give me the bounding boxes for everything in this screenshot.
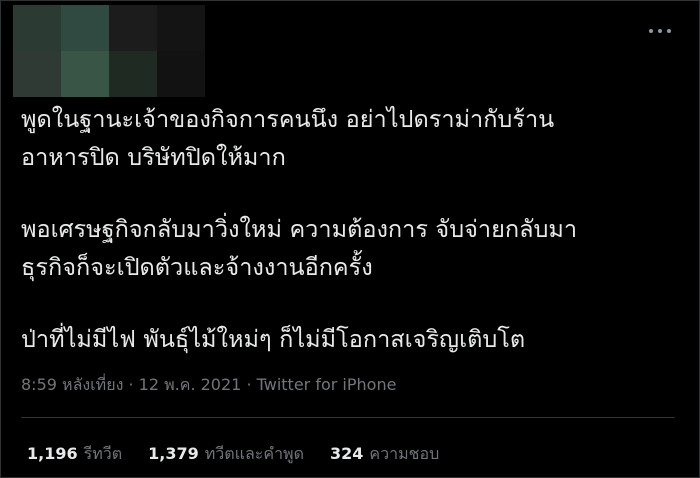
avatar-pixel xyxy=(13,51,61,97)
tweet-line: พูดในฐานะเจ้าของกิจการคนนึง อย่าไปดราม่า… xyxy=(21,105,555,133)
avatar-pixel xyxy=(109,51,157,97)
tweet-source-link[interactable]: Twitter for iPhone xyxy=(257,375,397,394)
meta-separator: · xyxy=(246,375,252,394)
divider xyxy=(21,417,675,418)
avatar-pixel xyxy=(61,5,109,51)
avatar-pixel xyxy=(157,5,205,51)
retweets-stat[interactable]: 1,196 รีทวีต xyxy=(27,442,122,467)
pixelated-avatar[interactable] xyxy=(13,5,205,97)
more-options-icon[interactable] xyxy=(649,23,671,39)
likes-stat[interactable]: 324 ความชอบ xyxy=(330,442,439,467)
tweet-line: ป่าที่ไม่มีไฟ พันธุ์ไม้ใหม่ๆ ก็ไม่มีโอกา… xyxy=(21,325,526,353)
quote-tweets-stat[interactable]: 1,379 ทวีตและคำพูด xyxy=(148,442,304,467)
avatar-pixel xyxy=(109,5,157,51)
tweet-timestamp-link[interactable]: 8:59 หลังเที่ยง · 12 พ.ค. 2021 xyxy=(21,375,241,394)
tweet-stats: 1,196 รีทวีต 1,379 ทวีตและคำพูด 324 ความชอบ xyxy=(27,442,439,467)
like-count: 324 xyxy=(330,444,364,463)
avatar-pixel xyxy=(61,51,109,97)
tweet-card: พูดในฐานะเจ้าของกิจการคนนึง อย่าไปดราม่า… xyxy=(0,0,700,478)
quote-count: 1,379 xyxy=(148,444,199,463)
avatar-pixel xyxy=(13,5,61,51)
tweet-line: พอเศรษฐกิจกลับมาวิ่งใหม่ ความต้องการ จับ… xyxy=(21,215,578,243)
dot xyxy=(667,29,671,33)
like-label: ความชอบ xyxy=(369,444,440,463)
tweet-date: 12 พ.ค. 2021 xyxy=(138,375,242,394)
tweet-line: อาหารปิด บริษัทปิดให้มาก xyxy=(21,143,286,171)
meta-separator: · xyxy=(128,375,134,394)
quote-label: ทวีตและคำพูด xyxy=(204,444,304,463)
tweet-line: ธุรกิจก็จะเปิดตัวและจ้างงานอีกครั้ง xyxy=(21,253,373,281)
dot xyxy=(658,29,662,33)
tweet-time: 8:59 หลังเที่ยง xyxy=(21,375,124,394)
avatar-pixel xyxy=(157,51,205,97)
tweet-metadata: 8:59 หลังเที่ยง · 12 พ.ค. 2021 · Twitter… xyxy=(21,373,396,398)
retweet-label: รีทวีต xyxy=(83,444,123,463)
retweet-count: 1,196 xyxy=(27,444,78,463)
tweet-text: พูดในฐานะเจ้าของกิจการคนนึง อย่าไปดราม่า… xyxy=(21,100,681,358)
dot xyxy=(649,29,653,33)
